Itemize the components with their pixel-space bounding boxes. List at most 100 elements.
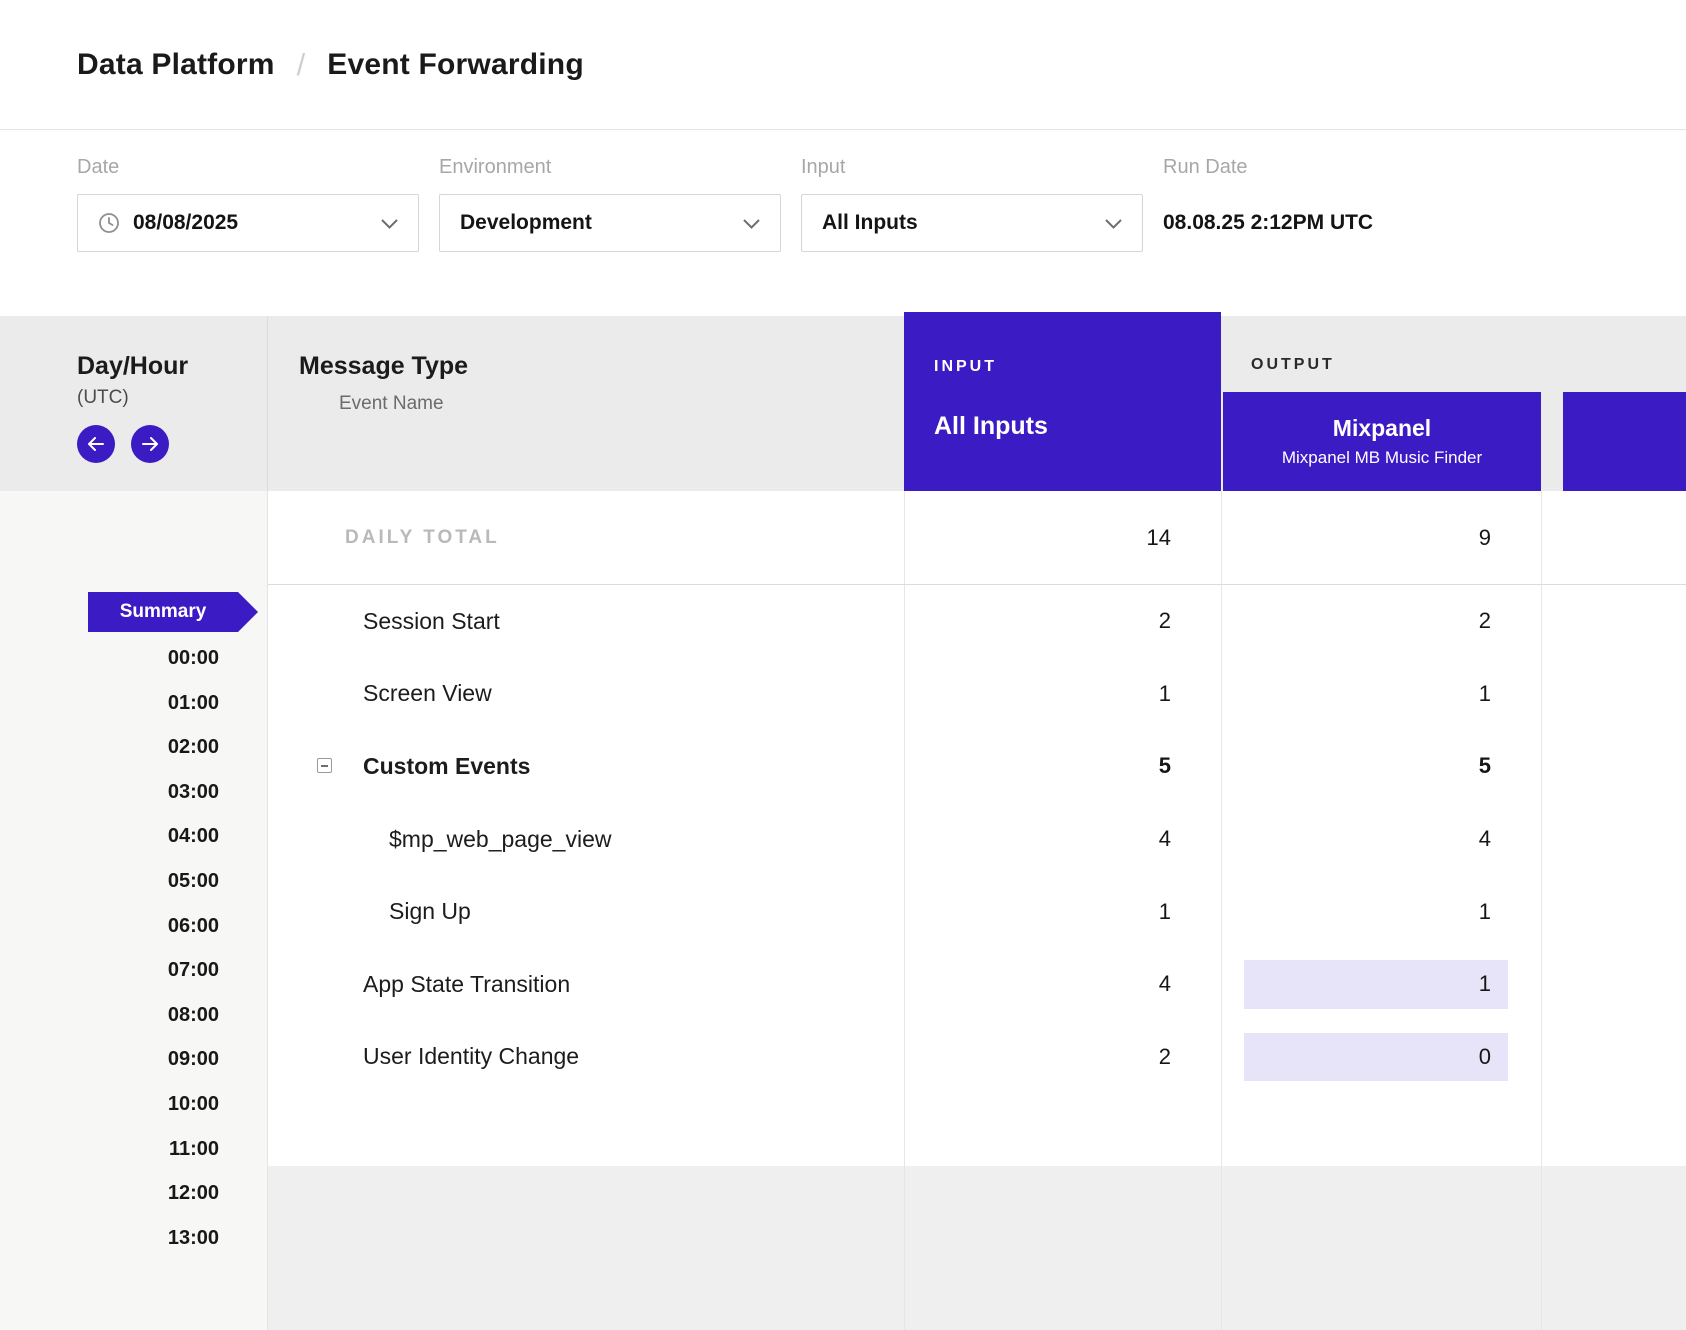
chevron-down-icon [381, 211, 398, 235]
hour-label[interactable]: 09:00 [0, 1037, 219, 1082]
output-count-cell: 0 [1221, 1021, 1541, 1094]
breadcrumb: Data Platform / Event Forwarding [0, 0, 1686, 130]
environment-dropdown[interactable]: Development [439, 194, 781, 252]
input-count: 2 [1159, 1044, 1171, 1070]
input-count-cell: 1 [904, 875, 1221, 948]
environment-value: Development [460, 211, 743, 235]
footer-cell [1221, 1166, 1541, 1330]
event-name-cell: Session Start [268, 585, 904, 658]
footer-cell [1541, 1166, 1686, 1330]
input-column-header[interactable]: INPUT All Inputs [904, 312, 1221, 491]
table-row: Session Start 2 2 [268, 585, 1686, 658]
table-main: DAILY TOTAL 14 9 Session Start22Screen V… [268, 491, 1686, 1330]
event-name-cell: Sign Up [268, 875, 904, 948]
day-hour-sidebar: Summary 00:0001:0002:0003:0004:0005:0006… [0, 491, 268, 1330]
daily-total-output-cell: 9 [1221, 491, 1541, 584]
output-count: 5 [1479, 753, 1491, 779]
input-count: 5 [1159, 753, 1171, 779]
chevron-down-icon [743, 211, 760, 235]
output-count-cell: 1 [1221, 875, 1541, 948]
empty-cell [904, 1093, 1221, 1166]
run-date-value: 08.08.25 2:12PM UTC [1163, 194, 1373, 252]
event-name-cell: Custom Events [268, 730, 904, 803]
output-column-subtitle: Mixpanel MB Music Finder [1282, 448, 1482, 468]
breadcrumb-section[interactable]: Data Platform [77, 48, 275, 82]
input-value: All Inputs [822, 211, 1105, 235]
event-name-cell: App State Transition [268, 948, 904, 1021]
hour-label[interactable]: 07:00 [0, 948, 219, 993]
hour-label[interactable]: 01:00 [0, 681, 219, 726]
date-value: 08/08/2025 [133, 211, 381, 235]
row-spacer [1541, 948, 1686, 1021]
event-name: Screen View [363, 680, 492, 707]
output-count: 0 [1479, 1044, 1491, 1070]
event-name: Session Start [363, 608, 500, 635]
hour-label[interactable]: 06:00 [0, 904, 219, 949]
row-spacer [1541, 875, 1686, 948]
empty-cell [1221, 1093, 1541, 1166]
chevron-down-icon [1105, 211, 1122, 235]
hour-label[interactable]: 10:00 [0, 1082, 219, 1127]
input-count-cell: 2 [904, 585, 1221, 658]
row-spacer [1541, 1021, 1686, 1094]
hour-label[interactable]: 02:00 [0, 725, 219, 770]
filter-bar: Date 08/08/2025 Environment Development … [0, 130, 1686, 316]
collapse-icon[interactable] [317, 758, 332, 773]
summary-flag[interactable]: Summary [88, 592, 238, 632]
next-output-column-header[interactable] [1563, 392, 1686, 491]
hour-label[interactable]: 13:00 [0, 1216, 219, 1261]
row-spacer [1541, 658, 1686, 731]
event-name: Custom Events [363, 753, 530, 780]
hour-label[interactable]: 11:00 [0, 1127, 219, 1172]
hour-label[interactable]: 04:00 [0, 814, 219, 859]
day-nav [77, 425, 267, 463]
page-title: Event Forwarding [327, 48, 584, 82]
event-name: Sign Up [389, 898, 471, 925]
output-column-header[interactable]: Mixpanel Mixpanel MB Music Finder [1223, 392, 1541, 491]
table-row: Sign Up 1 1 [268, 875, 1686, 948]
next-day-button[interactable] [131, 425, 169, 463]
empty-row [268, 1093, 1686, 1166]
prev-day-button[interactable] [77, 425, 115, 463]
event-name: $mp_web_page_view [389, 826, 612, 853]
environment-filter-label: Environment [439, 156, 781, 179]
table-row: User Identity Change20 [268, 1021, 1686, 1094]
input-count-cell: 5 [904, 730, 1221, 803]
daily-total-label: DAILY TOTAL [268, 491, 904, 584]
table-row: Screen View 11 [268, 658, 1686, 731]
hour-label[interactable]: 05:00 [0, 859, 219, 904]
output-count-cell: 4 [1221, 803, 1541, 876]
run-date-label: Run Date [1163, 156, 1373, 179]
hour-label[interactable]: 12:00 [0, 1171, 219, 1216]
table-header: Day/Hour (UTC) Message Type Event Name I… [0, 316, 1686, 491]
day-hour-title: Day/Hour [77, 352, 267, 381]
output-count: 2 [1479, 608, 1491, 634]
input-dropdown[interactable]: All Inputs [801, 194, 1143, 252]
input-count-cell: 1 [904, 658, 1221, 731]
output-count-cell: 1 [1221, 658, 1541, 731]
day-hour-header: Day/Hour (UTC) [0, 316, 268, 491]
daily-total-row: DAILY TOTAL 14 9 [268, 491, 1686, 585]
event-name: App State Transition [363, 971, 570, 998]
hour-label[interactable]: 08:00 [0, 993, 219, 1038]
output-count-cell: 5 [1221, 730, 1541, 803]
daily-total-input-cell: 14 [904, 491, 1221, 584]
clock-icon [98, 212, 120, 234]
day-hour-subtitle: (UTC) [77, 387, 267, 409]
table-footer [268, 1166, 1686, 1330]
hour-label[interactable]: 03:00 [0, 770, 219, 815]
hour-list: 00:0001:0002:0003:0004:0005:0006:0007:00… [0, 636, 219, 1260]
daily-total-spacer [1541, 491, 1686, 584]
output-column-name: Mixpanel [1333, 415, 1431, 442]
input-filter-label: Input [801, 156, 1143, 179]
input-column-name: All Inputs [934, 412, 1221, 441]
event-name-cell: $mp_web_page_view [268, 803, 904, 876]
hour-label[interactable]: 00:00 [0, 636, 219, 681]
input-count: 1 [1159, 899, 1171, 925]
empty-cell [1541, 1093, 1686, 1166]
date-dropdown[interactable]: 08/08/2025 [77, 194, 419, 252]
message-type-title: Message Type [299, 352, 904, 381]
run-date: Run Date 08.08.25 2:12PM UTC [1163, 156, 1373, 316]
output-count-cell: 2 [1221, 585, 1541, 658]
input-filter: Input All Inputs [801, 156, 1143, 316]
